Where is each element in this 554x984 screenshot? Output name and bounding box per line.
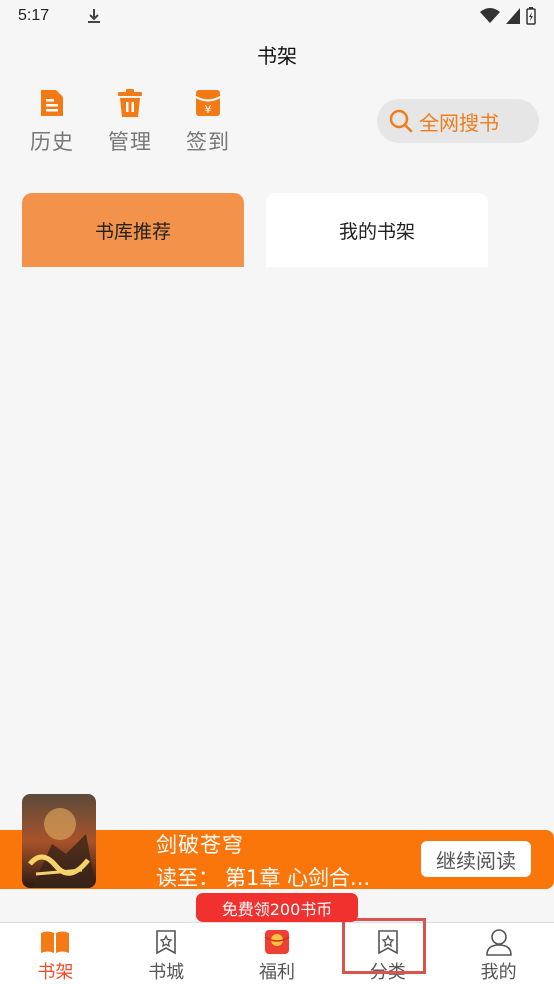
- svg-text:¥: ¥: [205, 103, 212, 116]
- history-label: 历史: [30, 130, 74, 154]
- quick-actions: 历史 管理 ¥ 签到: [26, 86, 234, 156]
- nav-label-welfare: 福利: [258, 962, 295, 983]
- tab-library-recommend[interactable]: 书库推荐: [22, 193, 244, 267]
- checkin-label: 签到: [186, 130, 230, 154]
- nav-label-mine: 我的: [480, 962, 517, 983]
- manage-button[interactable]: 管理: [104, 86, 156, 156]
- open-book-icon: [40, 927, 70, 956]
- gift-envelope-icon: [262, 927, 292, 956]
- star-bookmark-icon: [151, 927, 181, 956]
- wifi-icon: [480, 8, 500, 23]
- page-title: 书架: [257, 44, 297, 68]
- battery-icon: [526, 7, 536, 25]
- status-bar: 5:17: [0, 0, 554, 32]
- progress-prefix: 读至：: [156, 866, 219, 890]
- search-label: 全网搜书: [419, 110, 499, 135]
- nav-item-bookshelf[interactable]: 书架: [0, 923, 111, 984]
- search-icon: [389, 109, 413, 133]
- trash-icon: [113, 86, 147, 120]
- signal-icon: [506, 8, 520, 24]
- book-title: 剑破苍穹: [156, 833, 244, 857]
- star-bookmark-icon: [373, 927, 403, 956]
- user-icon: [484, 927, 514, 956]
- tab-library-recommend-label: 书库推荐: [94, 220, 171, 243]
- nav-item-welfare[interactable]: 福利: [222, 923, 333, 984]
- continue-reading-button[interactable]: 继续阅读: [421, 841, 531, 877]
- checkin-button[interactable]: ¥ 签到: [182, 86, 234, 156]
- status-left: 5:17: [18, 7, 103, 25]
- tab-my-bookshelf-label: 我的书架: [338, 220, 415, 243]
- nav-label-bookstore: 书城: [148, 962, 185, 983]
- download-icon: [88, 9, 101, 23]
- promo-badge[interactable]: 免费领200书币: [196, 893, 358, 922]
- nav-label-bookshelf: 书架: [37, 962, 74, 983]
- nav-item-mine[interactable]: 我的: [443, 923, 554, 984]
- status-right: [480, 7, 536, 25]
- nav-item-bookstore[interactable]: 书城: [111, 923, 222, 984]
- manage-label: 管理: [108, 130, 152, 154]
- book-cover[interactable]: [22, 794, 96, 888]
- status-time: 5:17: [18, 7, 50, 24]
- shelf-tabs: 书库推荐 我的书架: [22, 193, 488, 267]
- history-doc-icon: [35, 86, 69, 120]
- progress-chapter: 第1章 心剑合...: [225, 866, 371, 890]
- red-envelope-icon: ¥: [191, 86, 225, 120]
- reading-progress: 读至： 第1章 心剑合...: [156, 862, 370, 892]
- tab-my-bookshelf[interactable]: 我的书架: [266, 193, 488, 267]
- nav-item-category[interactable]: 分类: [332, 923, 443, 984]
- bottom-nav: 书架 书城 福利 分类 我的: [0, 922, 554, 984]
- nav-label-category: 分类: [369, 962, 406, 983]
- search-button[interactable]: 全网搜书: [377, 99, 539, 143]
- history-button[interactable]: 历史: [26, 86, 78, 156]
